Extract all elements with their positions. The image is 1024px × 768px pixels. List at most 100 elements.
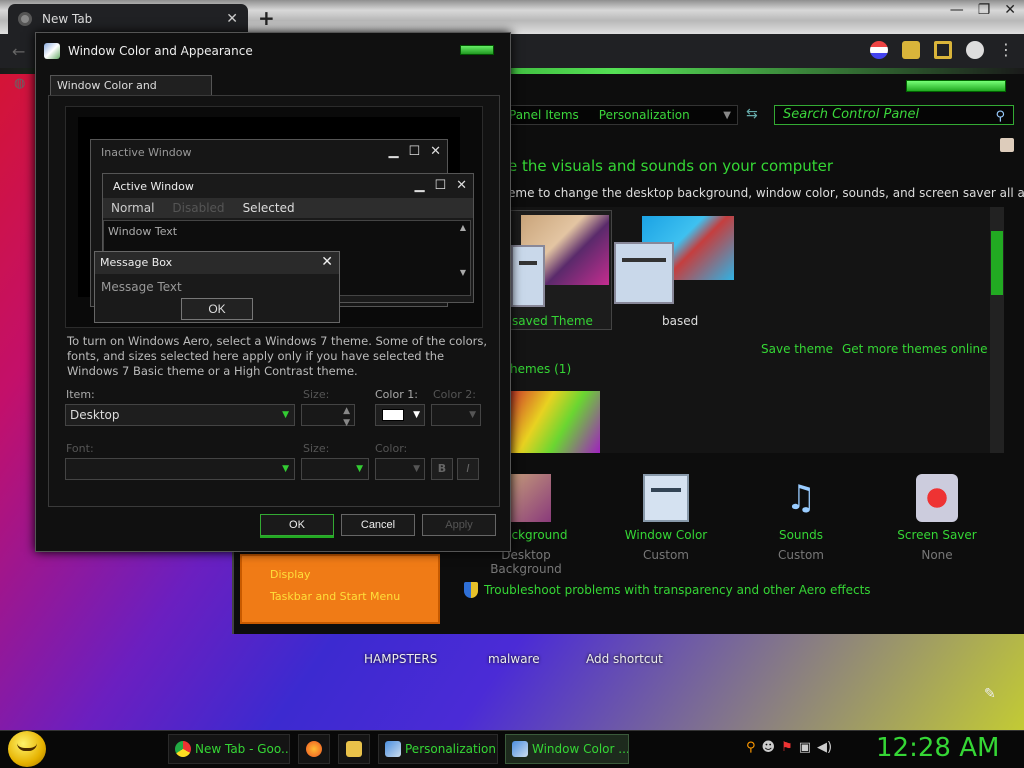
- taskbar-label: New Tab - Goo...: [195, 742, 290, 756]
- dialog-close-button[interactable]: [460, 45, 494, 55]
- chrome-icon: [18, 12, 32, 26]
- ok-button[interactable]: OK: [260, 514, 334, 536]
- bold-button[interactable]: B: [431, 458, 453, 480]
- sounds-item[interactable]: ♫ Sounds Custom: [741, 474, 861, 562]
- save-theme-link[interactable]: Save theme: [761, 342, 833, 356]
- item-sub: Desktop Background: [490, 548, 562, 576]
- appearance-preview[interactable]: Inactive Window ▁ ☐ ✕ Active Window ▁ ☐ ✕ No…: [65, 106, 483, 328]
- action-center-icon[interactable]: ⚑: [781, 740, 793, 755]
- search-input[interactable]: Search Control Panel ⚲: [774, 105, 1014, 125]
- font-label: Font:: [66, 442, 94, 455]
- new-tab-button[interactable]: +: [258, 6, 275, 30]
- theme-based[interactable]: [614, 210, 742, 320]
- search-placeholder: Search Control Panel: [783, 107, 920, 122]
- item-sub: Custom: [778, 548, 824, 562]
- restore-icon[interactable]: ❐: [978, 2, 991, 18]
- shortcut-malware[interactable]: malware: [488, 652, 540, 666]
- taskbar-personalization[interactable]: Personalization: [378, 734, 498, 764]
- more-themes-link[interactable]: Get more themes online: [842, 342, 988, 356]
- screen-saver-item[interactable]: Screen Saver None: [877, 474, 997, 562]
- avatar-icon[interactable]: [966, 40, 984, 59]
- emoji-icon[interactable]: ☻: [762, 740, 776, 755]
- state-normal[interactable]: Normal: [111, 198, 154, 218]
- browser-tab[interactable]: New Tab ✕: [8, 4, 248, 34]
- taskbar-window-color[interactable]: Window Color ...: [505, 734, 629, 764]
- apply-button[interactable]: Apply: [422, 514, 496, 536]
- back-arrow-icon[interactable]: ←: [12, 42, 25, 61]
- taskbar-chrome[interactable]: New Tab - Goo...: [168, 734, 290, 764]
- size-stepper[interactable]: ▲ ▼: [301, 404, 355, 428]
- puzzle-icon[interactable]: [902, 40, 920, 59]
- state-disabled[interactable]: Disabled: [172, 198, 224, 218]
- troubleshoot-text: Troubleshoot problems with transparency …: [484, 583, 871, 597]
- theme-saved-label[interactable]: saved Theme: [512, 314, 593, 328]
- browser-extension-icons: ⋮: [870, 40, 1014, 59]
- font-size-label: Size:: [303, 442, 330, 455]
- pencil-icon[interactable]: ✎: [984, 686, 996, 702]
- maximize-icon: ☐: [408, 144, 421, 159]
- window-color-icon: [512, 741, 528, 757]
- stepper-down-icon: ▼: [343, 418, 350, 428]
- taskbar-explorer[interactable]: [338, 734, 370, 764]
- chevron-down-icon: ▼: [356, 464, 363, 474]
- control-panel-icon: [44, 43, 60, 59]
- themes-group-header[interactable]: hemes (1): [510, 362, 571, 376]
- themes-scrollbar[interactable]: [990, 207, 1004, 453]
- chevron-down-icon[interactable]: ▼: [723, 110, 731, 121]
- font-color-button[interactable]: ▼: [375, 458, 425, 480]
- shield-icon: [464, 582, 478, 598]
- dialog-title: Window Color and Appearance: [68, 44, 253, 58]
- refresh-icon[interactable]: ⇆: [746, 106, 758, 122]
- font-select[interactable]: ▼: [65, 458, 295, 480]
- globe-icon: ◍: [14, 76, 26, 91]
- address-bar[interactable]: Panel Items Personalization ▼: [508, 105, 738, 125]
- breadcrumb-panel-items[interactable]: Panel Items: [509, 108, 579, 122]
- folder-icon: [346, 741, 362, 757]
- message-text: Message Text: [101, 280, 182, 294]
- search-icon[interactable]: ⚲: [746, 740, 756, 755]
- color1-button[interactable]: ▼: [375, 404, 425, 426]
- taskbar-link[interactable]: Taskbar and Start Menu: [270, 590, 400, 603]
- start-button[interactable]: [8, 731, 46, 767]
- maximize-icon: ☐: [434, 178, 447, 193]
- aero-info-text: To turn on Windows Aero, select a Window…: [67, 334, 488, 378]
- state-selected[interactable]: Selected: [243, 198, 295, 218]
- menu-dots-icon[interactable]: ⋮: [998, 40, 1014, 59]
- cancel-button[interactable]: Cancel: [341, 514, 415, 536]
- network-icon[interactable]: ▣: [799, 740, 811, 755]
- color2-label: Color 2:: [433, 388, 476, 401]
- theme-based-label[interactable]: based: [662, 314, 698, 328]
- menu-state-row: Normal Disabled Selected: [103, 198, 473, 218]
- display-link[interactable]: Display: [270, 568, 311, 581]
- theme-installed[interactable]: [510, 391, 600, 453]
- theme-saved-window-preview: [511, 245, 545, 307]
- volume-icon[interactable]: ◀): [817, 740, 832, 755]
- message-box-preview[interactable]: Message Box ✕ Message Text OK: [94, 251, 340, 323]
- item-select[interactable]: Desktop ▼: [65, 404, 295, 426]
- shortcut-hampsters[interactable]: HAMPSTERS: [364, 652, 437, 666]
- tab-close-icon[interactable]: ✕: [226, 11, 238, 27]
- troubleshoot-link[interactable]: Troubleshoot problems with transparency …: [464, 582, 871, 598]
- help-icon[interactable]: [1000, 138, 1014, 152]
- screen-saver-icon: [916, 474, 958, 522]
- page-subtext: eme to change the desktop background, wi…: [508, 186, 1024, 200]
- close-icon[interactable]: ✕: [1004, 2, 1016, 18]
- italic-button[interactable]: I: [457, 458, 479, 480]
- shortcut-add[interactable]: Add shortcut: [586, 652, 663, 666]
- profile-flag-icon[interactable]: [870, 40, 888, 59]
- sidepanel-icon[interactable]: [934, 40, 952, 59]
- taskbar-firefox[interactable]: [298, 734, 330, 764]
- minimize-icon[interactable]: —: [950, 2, 964, 18]
- window-controls-green[interactable]: [906, 80, 1006, 92]
- taskbar-clock[interactable]: 12:28 AM: [876, 733, 999, 763]
- tab-window-color[interactable]: Window Color and Appearance: [50, 75, 212, 112]
- chevron-down-icon: ▼: [282, 464, 289, 474]
- font-size-select[interactable]: ▼: [301, 458, 369, 480]
- taskbar-label: Personalization: [405, 742, 496, 756]
- message-ok-button[interactable]: OK: [181, 298, 253, 320]
- search-icon[interactable]: ⚲: [995, 108, 1005, 126]
- window-color-item[interactable]: Window Color Custom: [606, 474, 726, 562]
- color2-button[interactable]: ▼: [431, 404, 481, 426]
- breadcrumb-personalization[interactable]: Personalization: [599, 108, 690, 122]
- theme-saved[interactable]: [510, 210, 612, 330]
